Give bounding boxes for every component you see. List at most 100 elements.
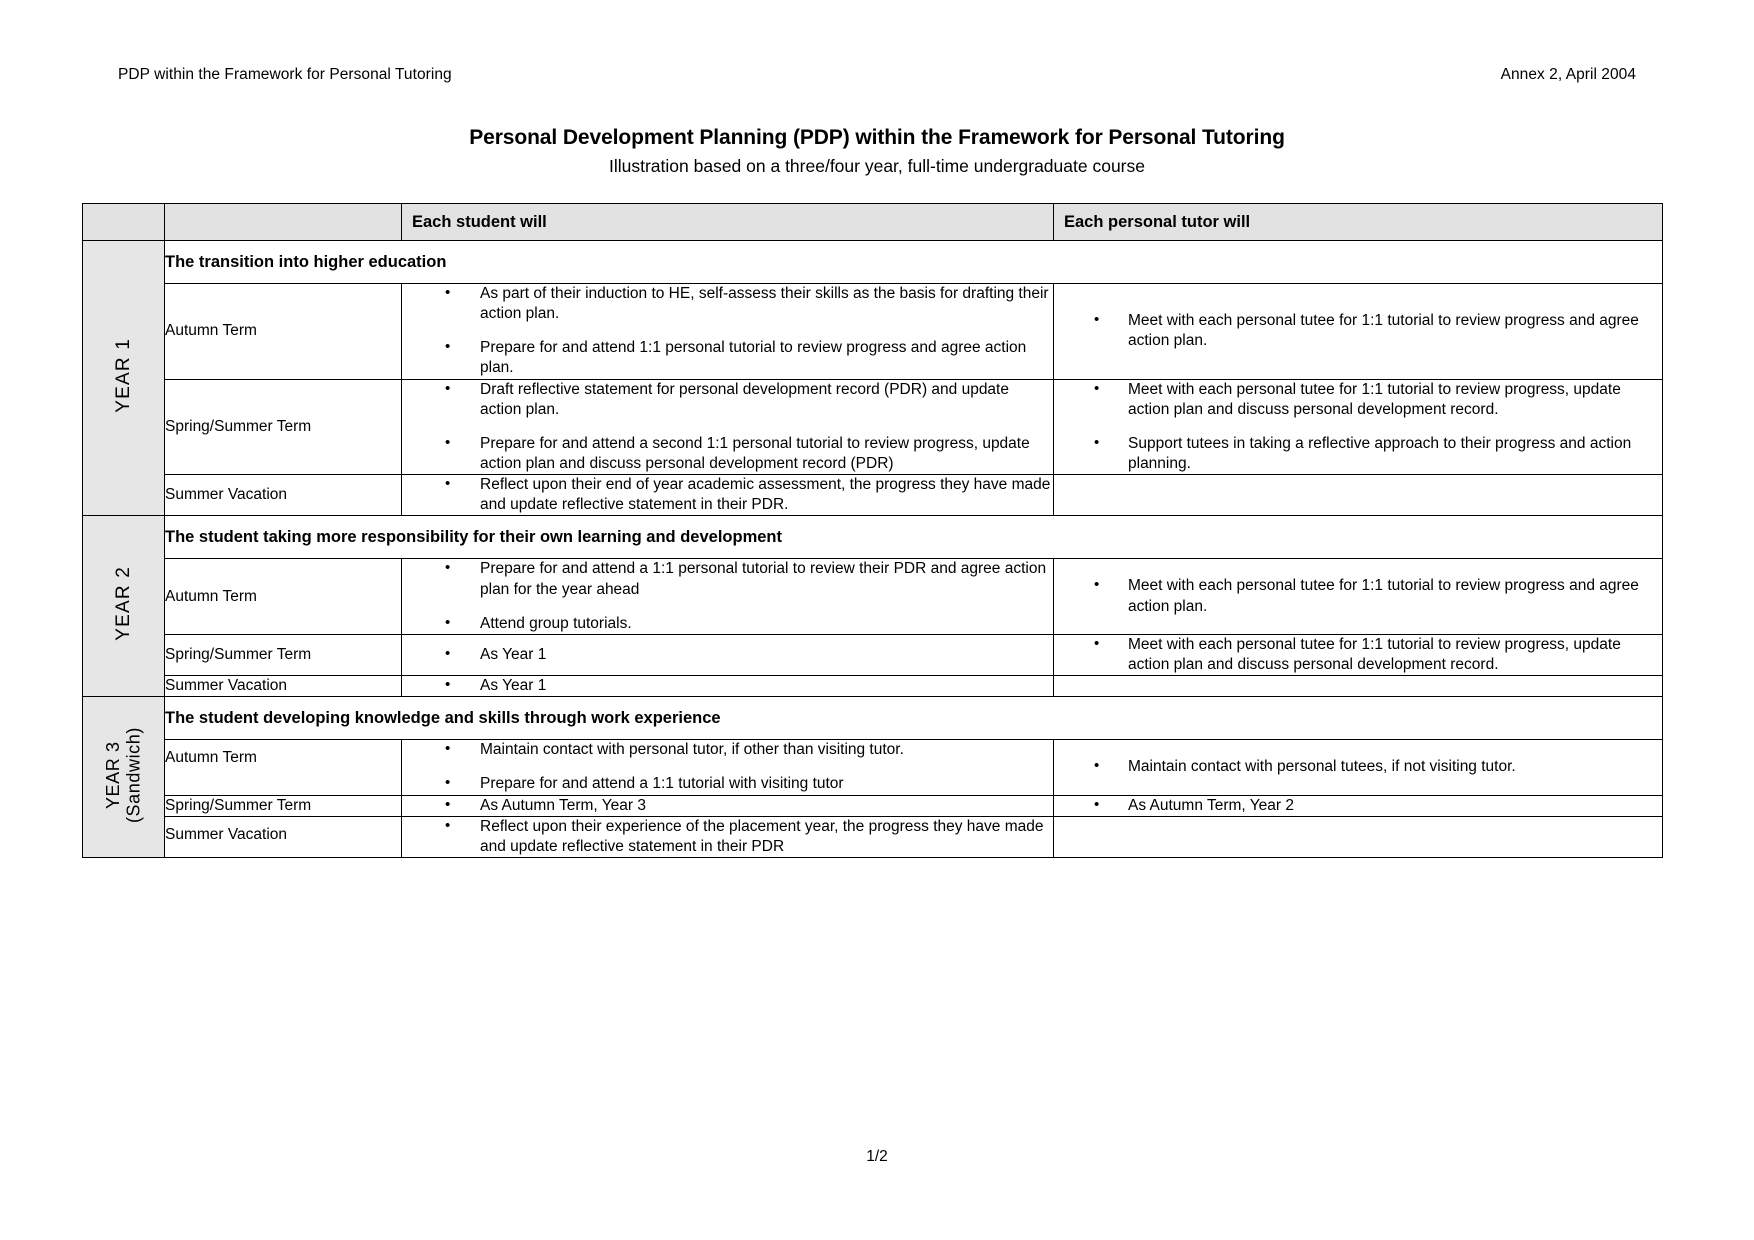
running-header-left: PDP within the Framework for Personal Tu… bbox=[118, 66, 452, 83]
tutor-actions-cell: Maintain contact with personal tutees, i… bbox=[1053, 739, 1663, 796]
page-number: 1/2 bbox=[866, 1148, 888, 1165]
page-title: Personal Development Planning (PDP) with… bbox=[469, 126, 1285, 149]
pdp-table: Each student will Each personal tutor wil… bbox=[82, 203, 1663, 858]
bullet-list: Meet with each personal tutee for 1:1 tu… bbox=[1054, 310, 1662, 351]
bullet-item: Reflect upon their end of year academic … bbox=[402, 474, 1053, 515]
student-actions-cell: Maintain contact with personal tutor, if… bbox=[401, 739, 1054, 796]
bullet-list: As Autumn Term, Year 3 bbox=[402, 795, 1053, 816]
term-label: Summer Vacation bbox=[164, 474, 402, 517]
student-actions-cell: Prepare for and attend a 1:1 personal tu… bbox=[401, 558, 1054, 635]
student-actions-cell: As part of their induction to HE, self-a… bbox=[401, 283, 1054, 380]
term-label: Autumn Term bbox=[164, 283, 402, 380]
table-row: Autumn TermAs part of their induction to… bbox=[83, 283, 1663, 380]
year-label-sub: (Sandwich) bbox=[123, 726, 144, 823]
student-actions-cell: Draft reflective statement for personal … bbox=[401, 379, 1054, 476]
bullet-list: Reflect upon their experience of the pla… bbox=[402, 816, 1053, 857]
table-row: Summer VacationReflect upon their experi… bbox=[83, 815, 1663, 858]
bullet-item: Prepare for and attend a 1:1 tutorial wi… bbox=[402, 773, 1053, 794]
bullet-item: Reflect upon their experience of the pla… bbox=[402, 816, 1053, 857]
student-actions-cell: As Year 1 bbox=[401, 675, 1054, 698]
bullet-item: Support tutees in taking a reflective ap… bbox=[1054, 433, 1662, 474]
bullet-list: Prepare for and attend a 1:1 personal tu… bbox=[402, 558, 1053, 634]
section-heading-row: YEAR 3 (Sandwich) The student developing k… bbox=[82, 696, 1663, 858]
year-label-main: YEAR 3 bbox=[102, 740, 123, 809]
section-heading: The student taking more responsibility f… bbox=[164, 515, 1663, 560]
header-label-tutor: Each personal tutor will bbox=[1064, 212, 1251, 231]
pdp-table-wrapper: Each student will Each personal tutor wil… bbox=[82, 203, 1663, 858]
bullet-list: Draft reflective statement for personal … bbox=[402, 379, 1053, 475]
section-heading-row: YEAR 1 The transition into higher educati… bbox=[82, 239, 1663, 517]
bullet-item: Prepare for and attend a second 1:1 pers… bbox=[402, 433, 1053, 474]
table-row: Autumn TermPrepare for and attend a 1:1 … bbox=[83, 558, 1663, 635]
table-header-row: Each student will Each personal tutor wil… bbox=[82, 203, 1663, 241]
student-actions-cell: Reflect upon their end of year academic … bbox=[401, 474, 1054, 517]
header-label-student: Each student will bbox=[412, 212, 547, 231]
bullet-item: As Year 1 bbox=[402, 675, 1053, 696]
bullet-item: As Autumn Term, Year 2 bbox=[1054, 795, 1662, 816]
student-actions-cell: As Year 1 bbox=[401, 633, 1054, 677]
student-actions-cell: Reflect upon their experience of the pla… bbox=[401, 816, 1054, 858]
bullet-item: Meet with each personal tutee for 1:1 tu… bbox=[1054, 379, 1662, 420]
table-row: Spring/Summer TermDraft reflective state… bbox=[83, 378, 1663, 476]
tutor-actions-cell bbox=[1053, 474, 1663, 517]
year-label: YEAR 3 (Sandwich) bbox=[103, 727, 144, 823]
bullet-list: Reflect upon their end of year academic … bbox=[402, 474, 1053, 515]
bullet-item: As Autumn Term, Year 3 bbox=[402, 795, 1053, 816]
header-cell-student: Each student will bbox=[401, 203, 1054, 241]
tutor-actions-cell: Meet with each personal tutee for 1:1 tu… bbox=[1053, 379, 1663, 476]
year-label-cell: YEAR 2 bbox=[82, 515, 165, 698]
bullet-item: Draft reflective statement for personal … bbox=[402, 379, 1053, 420]
header-cell-tutor: Each personal tutor will bbox=[1053, 203, 1663, 241]
term-label: Summer Vacation bbox=[164, 675, 402, 698]
term-label: Summer Vacation bbox=[164, 815, 402, 858]
bullet-item: Meet with each personal tutee for 1:1 tu… bbox=[1054, 310, 1662, 351]
table-row: Autumn TermMaintain contact with persona… bbox=[83, 739, 1663, 796]
document-page: PDP within the Framework for Personal Tu… bbox=[0, 0, 1754, 1240]
tutor-actions-cell: As Autumn Term, Year 2 bbox=[1053, 795, 1663, 817]
term-label: Spring/Summer Term bbox=[164, 794, 402, 817]
term-label: Autumn Term bbox=[164, 558, 402, 635]
bullet-list: Maintain contact with personal tutees, i… bbox=[1054, 756, 1662, 777]
table-row: Summer VacationReflect upon their end of… bbox=[83, 474, 1663, 517]
year-label-main: YEAR 2 bbox=[112, 566, 134, 642]
bullet-list: As part of their induction to HE, self-a… bbox=[402, 283, 1053, 379]
bullet-item: Meet with each personal tutee for 1:1 tu… bbox=[1054, 575, 1662, 616]
bullet-item: Maintain contact with personal tutor, if… bbox=[402, 739, 1053, 760]
term-label: Autumn Term bbox=[164, 739, 402, 796]
student-actions-cell: As Autumn Term, Year 3 bbox=[401, 795, 1054, 817]
bullet-item: Prepare for and attend 1:1 personal tuto… bbox=[402, 337, 1053, 378]
table-row: Summer VacationAs Year 1 bbox=[83, 675, 1663, 698]
tutor-actions-cell: Meet with each personal tutee for 1:1 tu… bbox=[1053, 634, 1663, 677]
section-heading: The student developing knowledge and ski… bbox=[164, 696, 1663, 741]
bullet-list: As Autumn Term, Year 2 bbox=[1054, 795, 1662, 816]
year-label-cell: YEAR 3 (Sandwich) bbox=[82, 696, 165, 858]
term-label: Spring/Summer Term bbox=[164, 378, 402, 476]
year-label: YEAR 2 bbox=[113, 566, 135, 641]
table-row: Spring/Summer TermAs Autumn Term, Year 3… bbox=[83, 794, 1663, 817]
bullet-list: Maintain contact with personal tutor, if… bbox=[402, 739, 1053, 794]
section-heading-row: YEAR 2 The student taking more responsibi… bbox=[82, 515, 1663, 698]
bullet-item: Prepare for and attend a 1:1 personal tu… bbox=[402, 558, 1053, 599]
header-cell-year bbox=[82, 203, 165, 241]
running-header: PDP within the Framework for Personal Tu… bbox=[118, 66, 1636, 83]
tutor-actions-cell bbox=[1053, 675, 1663, 698]
bullet-item: As part of their induction to HE, self-a… bbox=[402, 283, 1053, 324]
bullet-list: As Year 1 bbox=[402, 675, 1053, 696]
year-label-main: YEAR 1 bbox=[112, 338, 134, 414]
bullet-list: Meet with each personal tutee for 1:1 tu… bbox=[1054, 634, 1662, 675]
bullet-item: Attend group tutorials. bbox=[402, 613, 1053, 634]
bullet-item: Meet with each personal tutee for 1:1 tu… bbox=[1054, 634, 1662, 675]
section-heading: The transition into higher education bbox=[164, 240, 1663, 284]
term-label: Spring/Summer Term bbox=[164, 633, 402, 677]
year-label-cell: YEAR 1 bbox=[82, 239, 165, 517]
table-row: Spring/Summer TermAs Year 1Meet with eac… bbox=[83, 633, 1663, 677]
bullet-list: Meet with each personal tutee for 1:1 tu… bbox=[1054, 575, 1662, 616]
tutor-actions-cell: Meet with each personal tutee for 1:1 tu… bbox=[1053, 558, 1663, 635]
page-subtitle: Illustration based on a three/four year,… bbox=[608, 156, 1145, 177]
title-block: Personal Development Planning (PDP) with… bbox=[118, 125, 1636, 178]
bullet-item: As Year 1 bbox=[402, 644, 1053, 665]
tutor-actions-cell bbox=[1053, 815, 1663, 858]
year-label: YEAR 1 bbox=[113, 338, 135, 413]
tutor-actions-cell: Meet with each personal tutee for 1:1 tu… bbox=[1053, 283, 1663, 380]
bullet-item: Maintain contact with personal tutees, i… bbox=[1054, 756, 1662, 777]
